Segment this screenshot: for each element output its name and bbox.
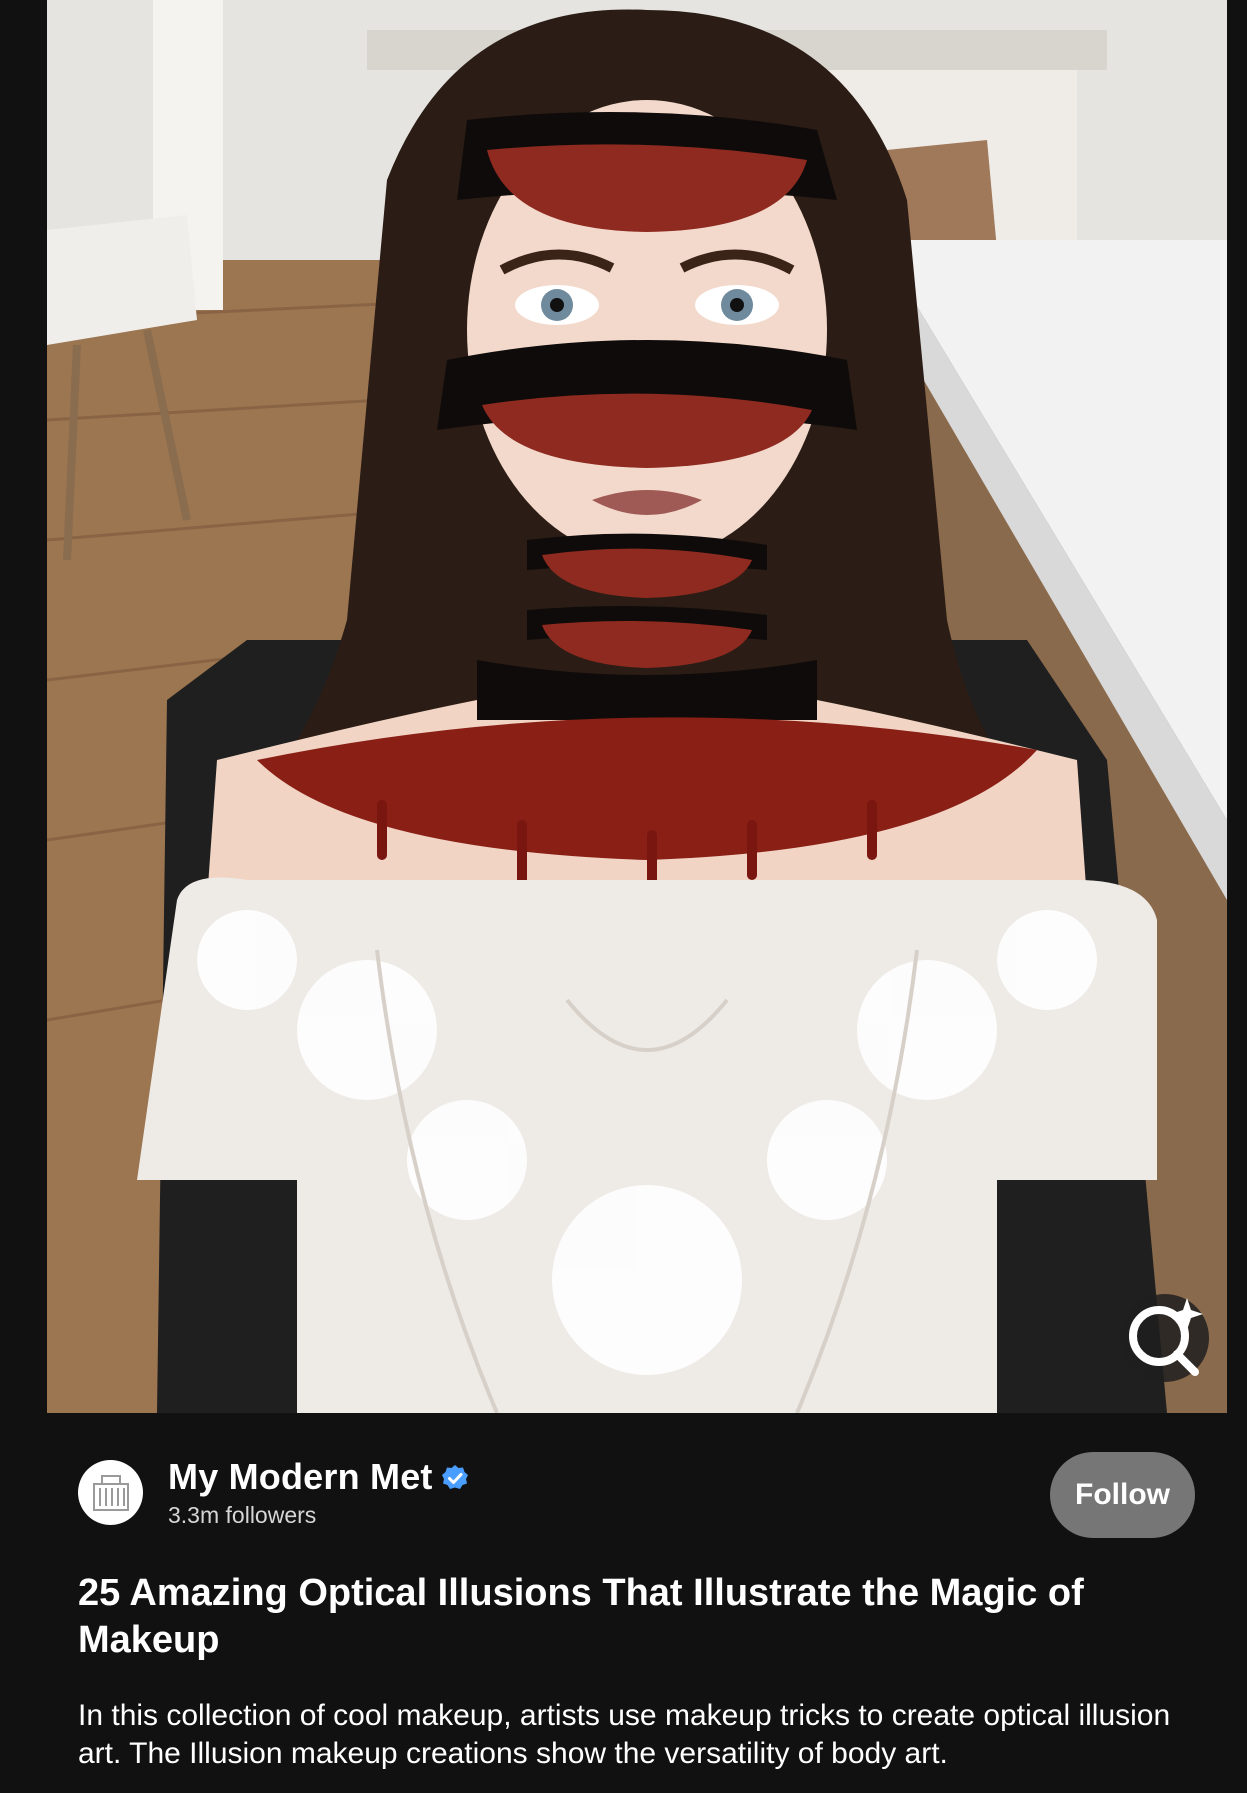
verified-badge-icon	[441, 1465, 468, 1489]
follower-count: 3.3m followers	[168, 1502, 317, 1528]
follow-button[interactable]: Follow	[1050, 1452, 1195, 1538]
pin-image[interactable]	[47, 0, 1227, 1413]
visual-search-button[interactable]	[1121, 1294, 1209, 1382]
creator-avatar[interactable]	[78, 1460, 143, 1525]
pin-detail-page: My Modern Met 3.3m followers Follow 25 A…	[0, 0, 1247, 1793]
creator-name[interactable]: My Modern Met	[168, 1456, 433, 1498]
pin-title: 25 Amazing Optical Illusions That Illust…	[78, 1572, 1084, 1661]
creator-row: My Modern Met 3.3m followers Follow	[78, 1452, 1195, 1540]
creator-name-line: My Modern Met	[168, 1456, 469, 1498]
pin-description: In this collection of cool makeup, artis…	[78, 1699, 1171, 1770]
pin-photo	[47, 0, 1227, 1413]
building-logo-icon	[92, 1474, 129, 1511]
visual-search-icon	[1129, 1298, 1203, 1376]
